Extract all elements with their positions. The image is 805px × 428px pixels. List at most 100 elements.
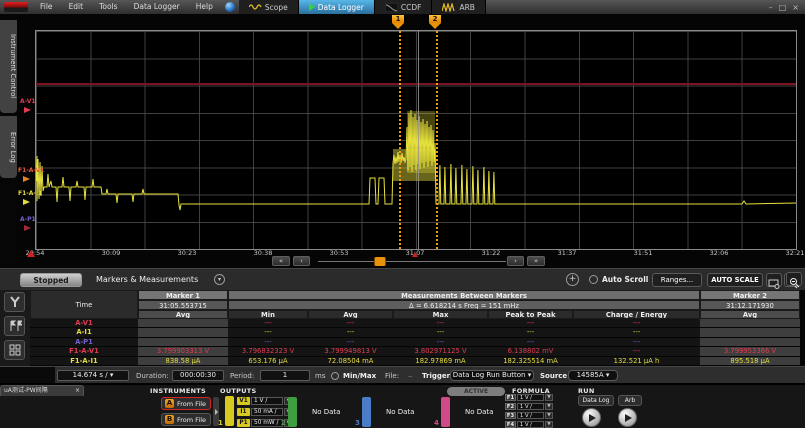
window-minimize-button[interactable]: –	[769, 3, 773, 12]
data-log-button[interactable]: Data Log	[578, 395, 614, 406]
formula-f1-field[interactable]: 1 V /	[517, 394, 544, 401]
formula-f2-dropdown[interactable]: ▼	[545, 403, 553, 410]
window-close-button[interactable]: ×	[792, 3, 799, 12]
active-session-tab[interactable]: ACTIVE	[447, 387, 505, 396]
menu-edit[interactable]: Edit	[61, 0, 92, 14]
scroll-forward-button[interactable]: ›	[507, 256, 524, 266]
sidebar-tab-instrument-control[interactable]: Instrument Control	[0, 20, 17, 113]
marker-2-line[interactable]	[436, 31, 438, 249]
waveform-svg	[36, 31, 796, 249]
file-label: File:	[385, 372, 399, 380]
p1-range-field[interactable]: 50 mW /	[251, 419, 283, 427]
formula-f1-dropdown[interactable]: ▼	[545, 394, 553, 401]
trace-pointer-a-p1[interactable]	[24, 225, 31, 231]
formula-f2-field[interactable]: 1 V /	[517, 403, 544, 410]
markers-tool-button[interactable]	[4, 316, 25, 336]
trigger-dropdown[interactable]: Data Log Run Button ▾	[450, 370, 534, 381]
channel-4-bar[interactable]	[441, 397, 450, 427]
col-avg: Avg	[308, 310, 393, 319]
tab-data-logger[interactable]: Data Logger	[299, 0, 375, 14]
channel-2-no-data: No Data	[312, 408, 340, 416]
table-cell: ---	[308, 328, 393, 337]
i1-badge[interactable]: I1	[237, 408, 250, 416]
grid-tool-button[interactable]	[4, 340, 25, 360]
trace-label-f1-a-i1[interactable]: F1-A-I1	[18, 190, 42, 197]
menu-help[interactable]: Help	[188, 0, 221, 14]
scroll-back-button[interactable]: ‹	[293, 256, 310, 266]
auto-scale-button[interactable]: AUTO SCALE	[707, 273, 763, 287]
menu-data-logger[interactable]: Data Logger	[126, 0, 188, 14]
formula-f3-field[interactable]: 1 V /	[517, 412, 544, 419]
datalog-session-tab[interactable]: uA测试-PW间隔 ×	[0, 385, 84, 396]
formula-row-f1: F11 V /▼	[505, 394, 553, 401]
chart-region: 1 2 A-V1 F1-A-V1 F1-A-I1 A-P1 29:5430:09…	[18, 14, 805, 258]
formula-f4-field[interactable]: 1 V /	[517, 421, 544, 428]
formula-f3-dropdown[interactable]: ▼	[545, 412, 553, 419]
tab-ccdf[interactable]: CCDF	[375, 0, 433, 14]
channel-1-bar[interactable]	[225, 396, 234, 426]
capture-button[interactable]	[766, 273, 782, 287]
tab-close-icon[interactable]: ×	[75, 386, 80, 396]
sidebar-tab-error-log[interactable]: Error Log	[0, 116, 17, 178]
instrument-b-button[interactable]: B From File	[161, 413, 211, 426]
auto-scroll-radio[interactable]	[589, 275, 598, 284]
markers-dropdown-button[interactable]: ▾	[214, 274, 225, 285]
marker-1-arrow[interactable]: 1	[392, 15, 404, 29]
data-log-play-button[interactable]	[582, 408, 601, 427]
trace-pointer-f1-a-v1[interactable]	[23, 176, 30, 182]
tab-arb[interactable]: ARB	[432, 0, 486, 14]
tab-scope[interactable]: Scope	[239, 0, 299, 14]
trace-pointer-f1-a-i1[interactable]	[23, 199, 30, 205]
v1-range-field[interactable]: 1 V /	[251, 397, 283, 405]
table-cell: 182.325514 mA	[488, 357, 573, 366]
scroll-back-fast-button[interactable]: «	[272, 256, 290, 266]
instrument-a-button[interactable]: A From File	[161, 397, 211, 410]
period-field[interactable]: 1	[260, 370, 310, 381]
marker-2-arrow[interactable]: 2	[429, 15, 441, 29]
ccdf-curve-icon	[385, 3, 398, 12]
table-cell	[138, 338, 228, 347]
timescale-dropdown[interactable]: 14.674 s / ▾	[57, 370, 129, 381]
measurements-table: Time Marker 1 Measurements Between Marke…	[30, 290, 800, 366]
time-cursor[interactable]	[418, 31, 419, 249]
i1-range-field[interactable]: 50 mA /	[251, 408, 283, 416]
table-row-label: F1-A-V1	[30, 347, 138, 356]
table-cell: 3.796832323 V	[228, 347, 308, 356]
trace-label-f1-a-v1[interactable]: F1-A-V1	[18, 167, 44, 174]
setup-tool-button[interactable]	[4, 292, 25, 312]
splitter-handle[interactable]: ‒	[408, 372, 412, 380]
source-dropdown[interactable]: 14585A ▾	[568, 370, 618, 381]
menu-tools[interactable]: Tools	[91, 0, 125, 14]
trace-label-a-v1[interactable]: A-V1	[20, 98, 36, 105]
duration-field[interactable]: 000:00:30	[172, 370, 224, 381]
minmax-checkbox[interactable]	[331, 372, 339, 380]
arb-play-button[interactable]	[618, 408, 637, 427]
v1-badge[interactable]: V1	[237, 397, 250, 405]
arb-button[interactable]: Arb	[618, 395, 642, 406]
formula-f4-badge[interactable]: F4	[505, 421, 516, 428]
window-restore-button[interactable]: □	[779, 3, 787, 12]
scroll-forward-fast-button[interactable]: »	[527, 256, 545, 266]
zoom-out-button[interactable]	[786, 272, 802, 286]
chart-canvas[interactable]	[35, 30, 797, 250]
trace-label-a-p1[interactable]: A-P1	[20, 216, 36, 223]
formula-f2-badge[interactable]: F2	[505, 403, 516, 410]
table-cell: 3.799903313 V	[138, 347, 228, 356]
menu-file[interactable]: File	[32, 0, 61, 14]
formula-f1-badge[interactable]: F1	[505, 394, 516, 401]
play-icon	[625, 414, 632, 422]
channel-2-bar[interactable]	[288, 397, 297, 427]
zoom-fit-button[interactable]: +	[566, 273, 579, 286]
run-stop-button[interactable]: Stopped	[20, 273, 82, 287]
ranges-button[interactable]: Ranges...	[652, 273, 702, 287]
marker-1-line[interactable]	[399, 31, 401, 249]
scroll-handle[interactable]	[374, 257, 386, 266]
p1-badge[interactable]: P1	[237, 419, 250, 427]
channel-3-bar[interactable]	[362, 397, 371, 427]
scroll-track[interactable]	[318, 261, 506, 262]
channel-3-group: 3No Data	[362, 396, 414, 427]
formula-f4-dropdown[interactable]: ▼	[545, 421, 553, 428]
table-cell: ---	[573, 319, 700, 328]
formula-f3-badge[interactable]: F3	[505, 412, 516, 419]
trace-pointer-a-v1[interactable]	[24, 107, 31, 113]
